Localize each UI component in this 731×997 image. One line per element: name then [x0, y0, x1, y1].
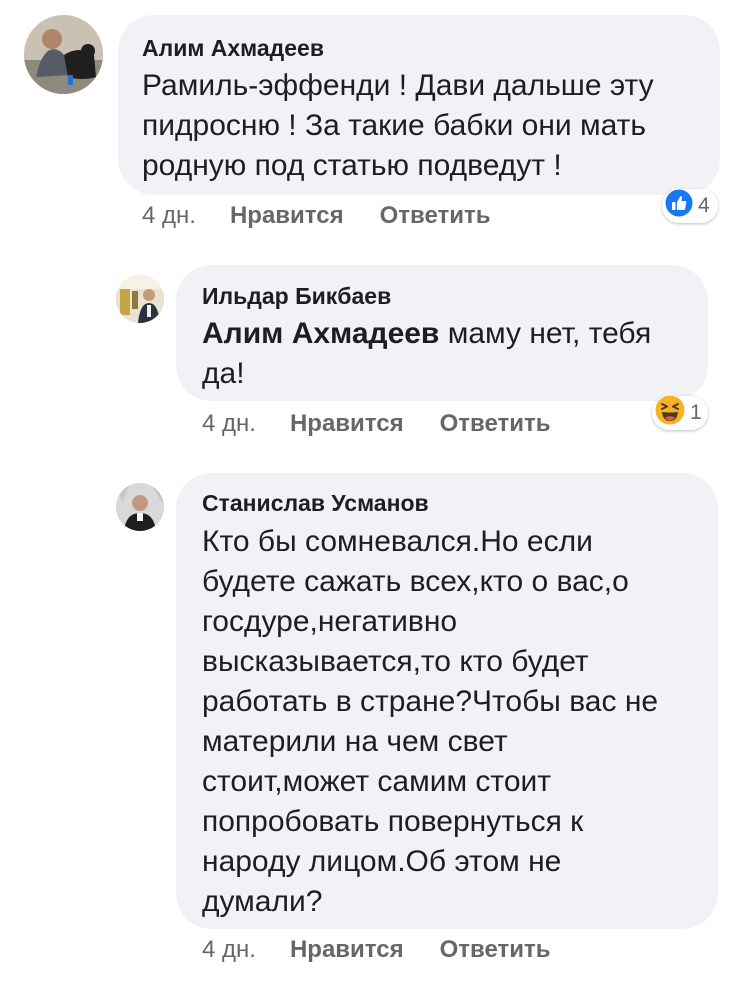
comment-text-line: стоит,может самим стоит	[202, 765, 552, 798]
reply-button[interactable]: Ответить	[380, 202, 491, 230]
reaction-count[interactable]: 4	[662, 188, 718, 224]
reply-button[interactable]: Ответить	[440, 936, 551, 964]
comment-text-line: попробовать повернуться к	[202, 805, 584, 838]
comment-text: Рамиль-эффенди ! Дави дальше эту пидросн…	[142, 66, 712, 186]
comment-text-segment: маму нет, тебя	[439, 317, 652, 350]
avatar-photo	[24, 15, 103, 94]
comment-text-line: работать в стране?Чтобы вас не	[202, 685, 659, 718]
reply-button[interactable]: Ответить	[440, 410, 551, 438]
comment-author[interactable]: Станислав Усманов	[202, 490, 429, 517]
comment-timestamp[interactable]: 4 дн.	[202, 936, 256, 964]
like-button[interactable]: Нравится	[230, 202, 344, 230]
laughing-emoji-icon	[654, 394, 686, 432]
comment-text-line: пидросню ! За такие бабки они мать	[142, 109, 647, 142]
comment-text-line: Рамиль-эффенди ! Дави дальше эту	[142, 69, 654, 102]
comment-text: Алим Ахмадеев маму нет, тебя да!	[202, 314, 692, 394]
comment-text-line: родную под статью подведут !	[142, 149, 562, 182]
comment-text-line: народу лицом.Об этом не	[202, 845, 562, 878]
reaction-count-text: 1	[690, 401, 702, 424]
avatar[interactable]	[116, 275, 164, 323]
avatar[interactable]	[24, 15, 103, 94]
thumbs-up-icon	[664, 188, 694, 224]
comment-author[interactable]: Ильдар Бикбаев	[202, 283, 391, 310]
comment-text-line: высказывается,то кто будет	[202, 645, 589, 678]
like-button[interactable]: Нравится	[290, 936, 404, 964]
comment-author[interactable]: Алим Ахмадеев	[142, 35, 324, 62]
comment-text: Кто бы сомневался.Но если будете сажать …	[202, 522, 712, 922]
avatar[interactable]	[116, 483, 164, 531]
comment-actions: 4 дн. Нравится Ответить	[142, 202, 491, 230]
comment-text-line: да!	[202, 357, 245, 390]
reaction-count-text: 4	[698, 194, 710, 217]
comment-text-line: Алим Ахмадеев маму нет, тебя	[202, 314, 692, 354]
comment-text-line: думали?	[202, 885, 323, 918]
avatar-photo	[116, 275, 164, 323]
avatar-photo	[116, 483, 164, 531]
comment-text-line: Кто бы сомневался.Но если	[202, 525, 593, 558]
reaction-count[interactable]: 1	[652, 394, 708, 432]
comment-timestamp[interactable]: 4 дн.	[202, 410, 256, 438]
comment-timestamp[interactable]: 4 дн.	[142, 202, 196, 230]
comment-text-line: будете сажать всех,кто о вас,о	[202, 565, 629, 598]
comment-actions: 4 дн. Нравится Ответить	[202, 410, 551, 438]
comment-text-line: материли на чем свет	[202, 725, 508, 758]
mention-link[interactable]: Алим Ахмадеев	[202, 317, 439, 350]
like-button[interactable]: Нравится	[290, 410, 404, 438]
comment-actions: 4 дн. Нравится Ответить	[202, 936, 551, 964]
comment-text-line: госдуре,негативно	[202, 605, 458, 638]
